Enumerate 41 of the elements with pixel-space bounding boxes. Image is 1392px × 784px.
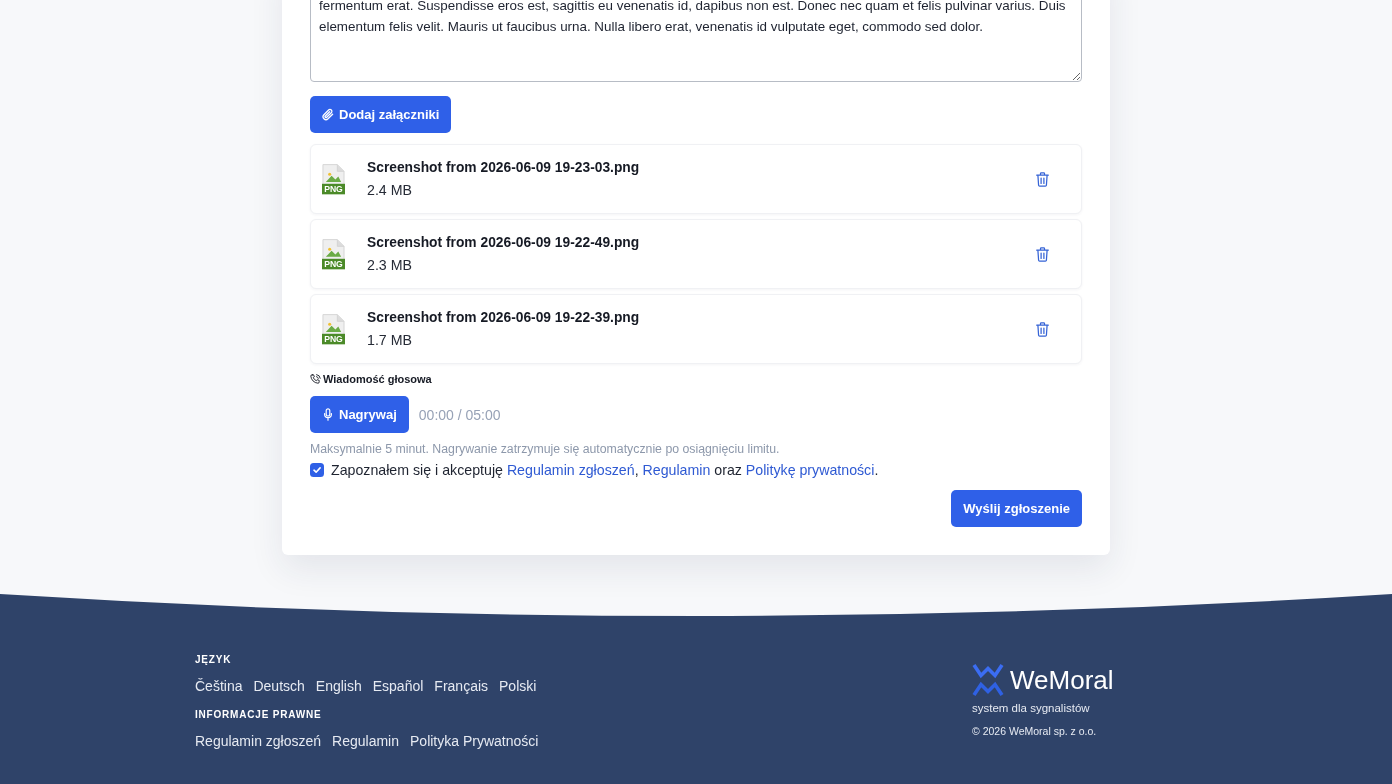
trash-icon xyxy=(1035,321,1049,337)
checkbox[interactable] xyxy=(310,463,324,477)
file-name: Screenshot from 2026-06-09 19-22-39.png xyxy=(367,308,641,327)
link[interactable]: Regulamin xyxy=(642,462,711,478)
tagline: system dla sygnalistów xyxy=(972,701,1091,716)
consent-text: Zapoznałem się i akceptuję Regulamin zgłoszeń, Regulamin oraz Politykę prywatności. xyxy=(331,461,879,480)
attach-button[interactable]: Dodaj załączniki xyxy=(310,96,452,133)
language-link[interactable]: Français xyxy=(434,676,489,696)
footer-link[interactable]: Regulamin zgłoszeń xyxy=(195,731,322,751)
file-size: 2.3 MB xyxy=(367,255,413,275)
png-file-icon: PNG xyxy=(322,163,345,195)
png-file-icon: PNG xyxy=(322,238,345,270)
file-size: 2.4 MB xyxy=(367,180,413,200)
file-name: Screenshot from 2026-06-09 19-22-49.png xyxy=(367,233,641,252)
timer-text: 00:00 / 05:00 xyxy=(418,406,501,423)
file-name: Screenshot from 2026-06-09 19-23-03.png xyxy=(367,158,641,177)
language-link[interactable]: Deutsch xyxy=(253,676,305,696)
copyright-text: © 2026 WeMoral sp. z o.o. xyxy=(972,724,1098,738)
language-link[interactable]: English xyxy=(315,676,362,696)
brand-name: WeMoral xyxy=(1010,664,1114,697)
logo-icon xyxy=(972,663,1004,697)
hint-text: Maksymalnie 5 minut. Nagrywanie zatrzymuje się automatycznie po osiągnięciu limitu. xyxy=(310,441,781,457)
microphone-icon xyxy=(322,408,334,421)
record-button[interactable]: Nagrywaj xyxy=(310,396,409,433)
section-label: Wiadomość głosowa xyxy=(323,372,432,387)
language-link[interactable]: Español xyxy=(372,676,424,696)
language-link[interactable]: Čeština xyxy=(195,676,243,696)
link[interactable]: Regulamin zgłoszeń xyxy=(506,462,635,478)
footer-link[interactable]: Regulamin xyxy=(332,731,399,751)
png-file-icon: PNG xyxy=(322,313,345,345)
paperclip-icon xyxy=(322,108,334,121)
phone-icon xyxy=(310,374,321,385)
trash-icon xyxy=(1035,246,1049,262)
footer-heading: INFORMACJE PRAWNE xyxy=(195,708,323,722)
language-link[interactable]: Polski xyxy=(499,676,537,696)
submit-button[interactable]: Wyślij zgłoszenie xyxy=(951,490,1082,527)
footer-link[interactable]: Polityka Prywatności xyxy=(410,731,539,751)
message-textarea[interactable]: fermentum erat. Suspendisse eros est, sagittis eu venenatis id, dapibus non est. Donec nec quam et felis pulvinar varius. Duis elementum felis velit. Mauris ut faucibus urna. Nulla libero erat, venenatis id vulputate eget, commodo sed dolor. xyxy=(310,0,1082,82)
trash-icon xyxy=(1035,171,1049,187)
footer-heading: JĘZYK xyxy=(195,653,233,667)
file-size: 1.7 MB xyxy=(367,330,413,350)
